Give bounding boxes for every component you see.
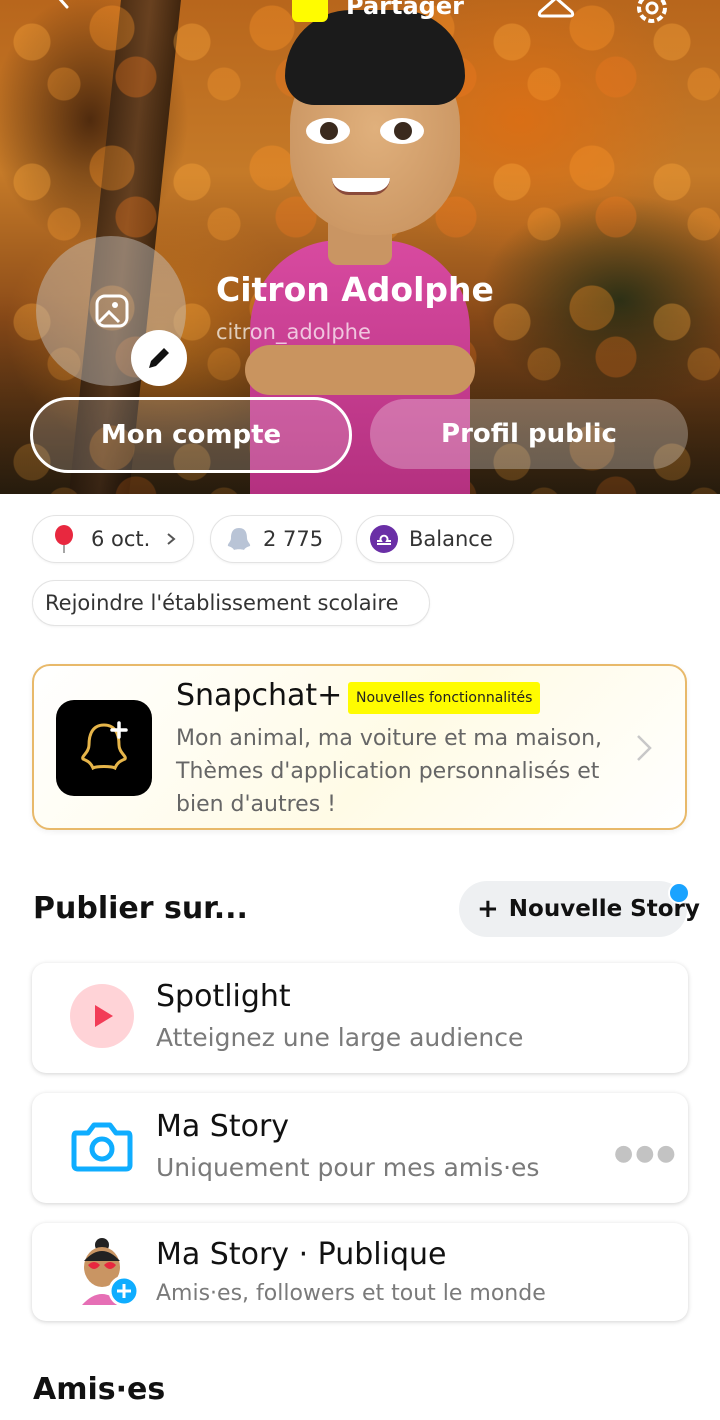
snapcode-icon[interactable]: [292, 0, 328, 22]
profile-username: citron_adolphe: [216, 320, 371, 344]
pencil-icon: [149, 348, 169, 368]
ghost-icon: [227, 528, 251, 550]
profile-hero: Partager Citron Adolphe citron_adolphe M…: [0, 0, 720, 494]
friends-section-title: Amis·es: [33, 1372, 166, 1407]
gear-icon[interactable]: [632, 0, 672, 26]
balloon-icon: [55, 525, 73, 553]
my-account-button[interactable]: Mon compte: [30, 397, 352, 473]
zodiac-chip[interactable]: Balance: [356, 515, 514, 563]
profile-name: Citron Adolphe: [216, 270, 494, 309]
ghost-plus-icon: [81, 721, 128, 771]
back-icon[interactable]: [52, 0, 76, 10]
bitmoji-avatar-icon: [82, 1238, 138, 1305]
snapchat-plus-description: Mon animal, ma voiture et ma maison, Thè…: [176, 726, 603, 817]
libra-icon: [370, 525, 398, 553]
chevron-right-icon: [637, 735, 652, 761]
public-profile-button[interactable]: Profil public: [370, 399, 688, 469]
plus-icon: +: [477, 894, 499, 924]
new-story-button[interactable]: + Nouvelle Story: [459, 881, 700, 937]
photo-icon: [95, 294, 129, 328]
camera-icon: [71, 1122, 133, 1172]
chevron-right-icon: [167, 533, 176, 545]
more-options-icon[interactable]: ●●●: [614, 1141, 678, 1166]
birthday-chip[interactable]: 6 oct.: [32, 515, 194, 563]
spotlight-icon: [70, 984, 134, 1048]
hanger-icon[interactable]: [536, 0, 576, 24]
snapchat-plus-logo: [56, 700, 152, 796]
snapchat-plus-title: Snapchat+: [176, 678, 343, 713]
new-features-badge: Nouvelles fonctionnalités: [348, 682, 541, 714]
spotlight-card[interactable]: Spotlight Atteignez une large audience: [32, 963, 688, 1073]
edit-photo-button[interactable]: [131, 330, 187, 386]
share-button[interactable]: Partager: [346, 0, 464, 20]
snap-score-chip[interactable]: 2 775: [210, 515, 342, 563]
join-school-chip[interactable]: Rejoindre l'établissement scolaire: [32, 580, 430, 626]
top-bar: Partager: [0, 0, 720, 30]
my-story-card[interactable]: Ma Story Uniquement pour mes amis·es ●●●: [32, 1093, 688, 1203]
public-story-card[interactable]: Ma Story · Publique Amis·es, followers e…: [32, 1223, 688, 1321]
notification-dot: [668, 882, 690, 904]
publish-section-title: Publier sur...: [33, 891, 248, 926]
